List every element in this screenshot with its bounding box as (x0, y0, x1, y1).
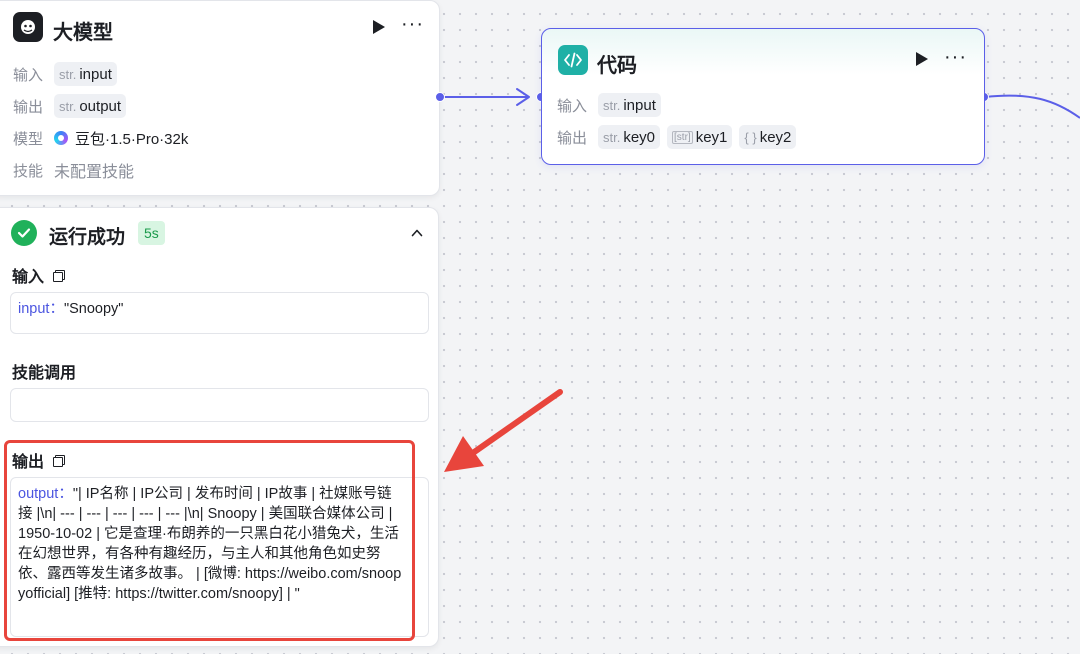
arrow-shaft (467, 389, 563, 458)
arrow-head (444, 436, 484, 472)
annotation-arrow (444, 389, 563, 472)
